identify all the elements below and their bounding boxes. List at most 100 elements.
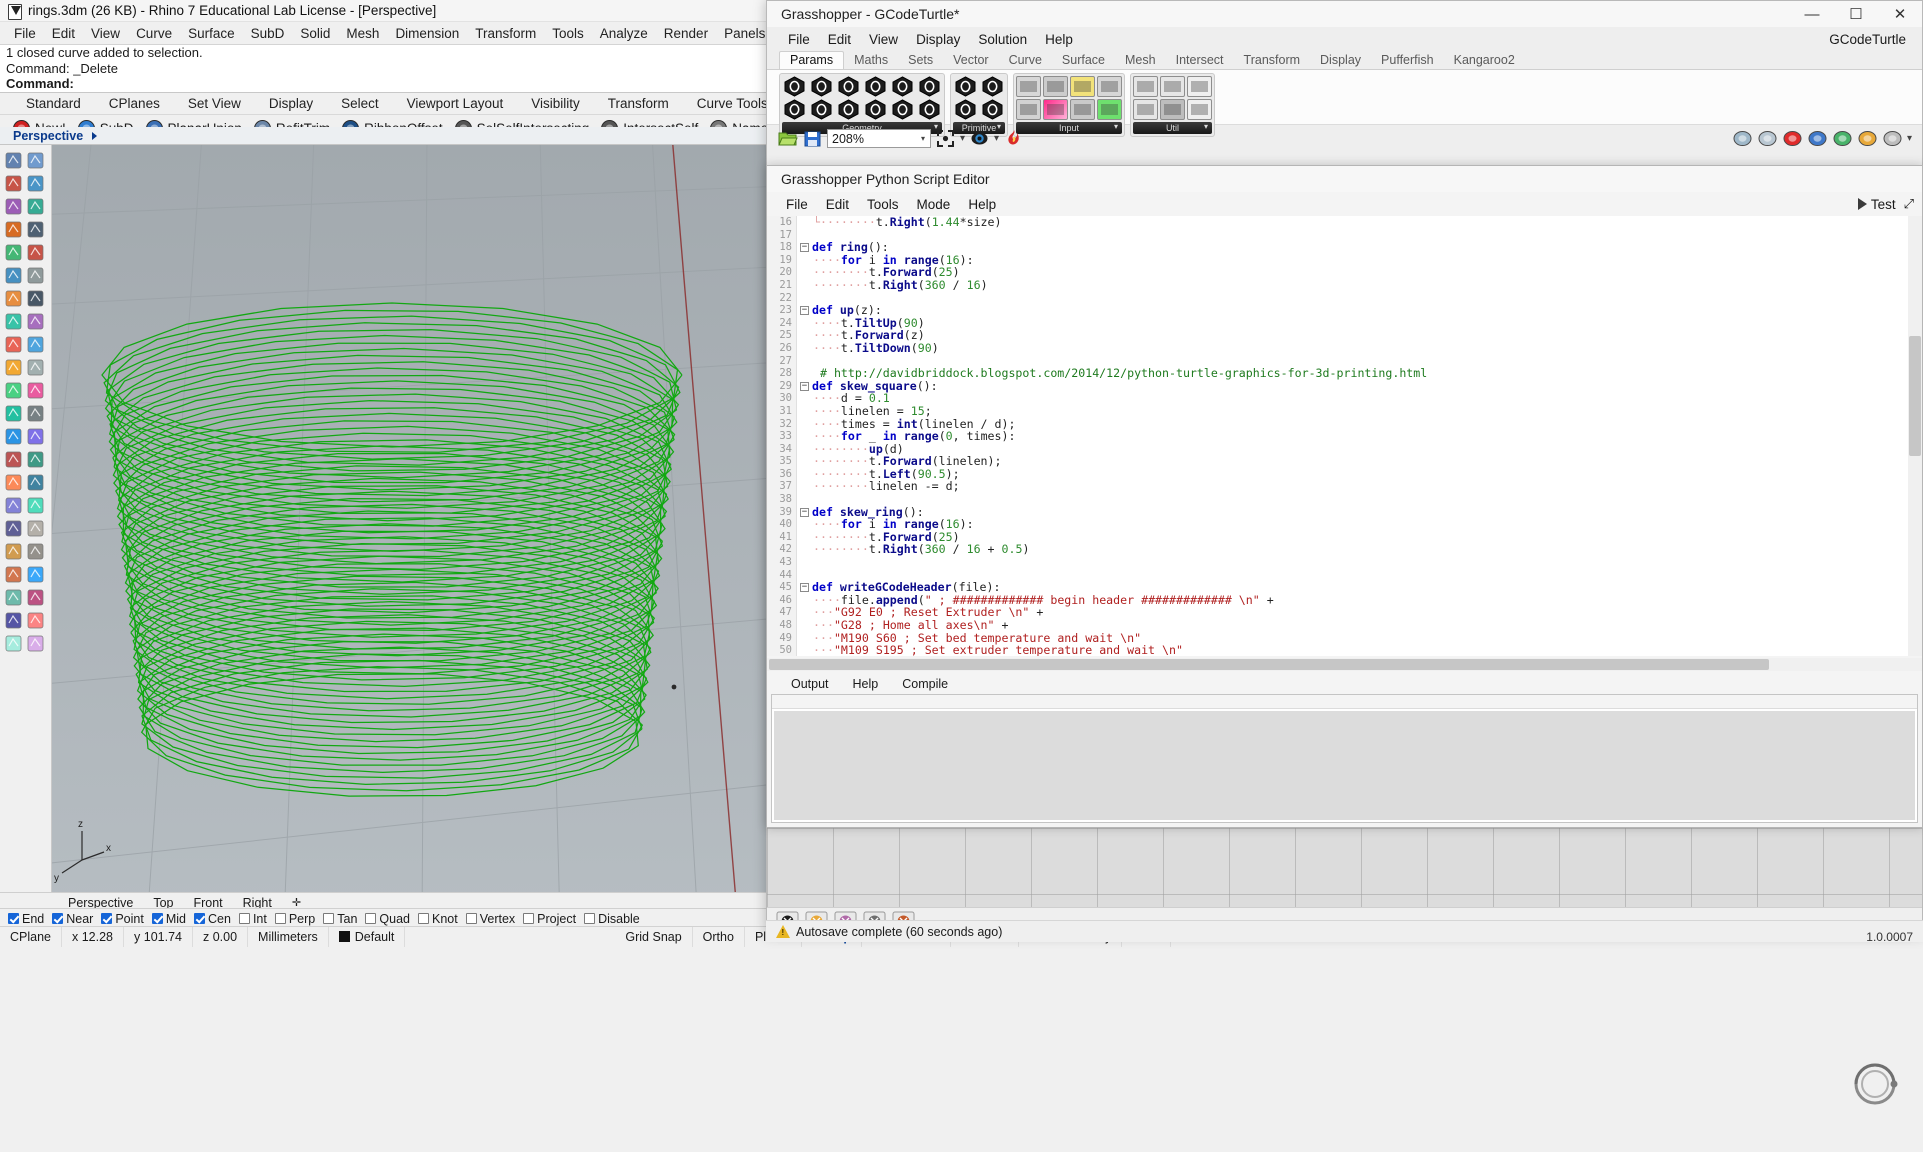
- gh-menu-edit[interactable]: Edit: [819, 32, 860, 47]
- param-char-icon[interactable]: [980, 99, 1005, 120]
- tree-icon[interactable]: [1160, 99, 1185, 120]
- rhino-tab-set-view[interactable]: Set View: [174, 96, 255, 111]
- button-icon[interactable]: [1070, 99, 1095, 120]
- osnap-bar[interactable]: EndNearPointMidCenIntPerpTanQuadKnotVert…: [0, 908, 766, 928]
- widget-blue-icon[interactable]: [1807, 128, 1828, 149]
- param-integer-icon[interactable]: [980, 76, 1005, 97]
- palette-tool-26[interactable]: [4, 450, 23, 469]
- grasshopper-menu-bar[interactable]: FileEditViewDisplaySolutionHelpGCodeTurt…: [767, 27, 1922, 51]
- py-menu-help[interactable]: Help: [959, 197, 1005, 212]
- palette-tool-37[interactable]: [26, 565, 45, 584]
- code-line[interactable]: └········t.Right(1.44*size): [797, 216, 1922, 229]
- palette-tool-15[interactable]: [26, 312, 45, 331]
- osnap-quad[interactable]: Quad: [365, 912, 410, 926]
- code-line[interactable]: ········t.Right(360 / 16): [797, 279, 1922, 292]
- gh-menu-help[interactable]: Help: [1036, 32, 1082, 47]
- gh-ribbon-tab-transform[interactable]: Transform: [1234, 52, 1311, 69]
- rhino-tab-visibility[interactable]: Visibility: [517, 96, 594, 111]
- expand-editor-icon[interactable]: ⤢: [1904, 196, 1914, 212]
- rhino-menu-transform[interactable]: Transform: [467, 26, 544, 41]
- rhino-tab-select[interactable]: Select: [327, 96, 393, 111]
- code-line[interactable]: ····for i in range(16):: [797, 254, 1922, 267]
- python-editor-menu-bar[interactable]: FileEditToolsModeHelp Test ⤢: [767, 192, 1922, 216]
- palette-tool-42[interactable]: [4, 634, 23, 653]
- widget-red-icon[interactable]: [1782, 128, 1803, 149]
- py-menu-file[interactable]: File: [777, 197, 817, 212]
- code-line[interactable]: ········t.Left(90.5);: [797, 468, 1922, 481]
- osnap-perp[interactable]: Perp: [275, 912, 315, 926]
- zoom-extents-icon[interactable]: [935, 128, 956, 149]
- code-line[interactable]: −def skew_square():: [797, 380, 1922, 393]
- code-line[interactable]: ········linelen -= d;: [797, 480, 1922, 493]
- palette-tool-8[interactable]: [4, 243, 23, 262]
- palette-tool-34[interactable]: [4, 542, 23, 561]
- rhino-menu-file[interactable]: File: [6, 26, 44, 41]
- palette-tool-0[interactable]: [4, 151, 23, 170]
- code-fold-toggle[interactable]: −: [800, 508, 809, 517]
- palette-tool-38[interactable]: [4, 588, 23, 607]
- status-toggle-ortho[interactable]: Ortho: [693, 927, 745, 947]
- code-line[interactable]: [797, 292, 1922, 305]
- osnap-checkbox[interactable]: [584, 913, 595, 924]
- palette-tool-2[interactable]: [4, 174, 23, 193]
- code-fold-toggle[interactable]: −: [800, 243, 809, 252]
- viewport-label[interactable]: Perspective: [8, 129, 88, 143]
- osnap-near[interactable]: Near: [52, 912, 93, 926]
- gh-ribbon-tab-curve[interactable]: Curve: [999, 52, 1052, 69]
- osnap-checkbox[interactable]: [418, 913, 429, 924]
- rhino-tab-cplanes[interactable]: CPlanes: [95, 96, 174, 111]
- value-list-icon[interactable]: [1070, 76, 1095, 97]
- palette-tool-41[interactable]: [26, 611, 45, 630]
- osnap-disable[interactable]: Disable: [584, 912, 640, 926]
- status-x-coord[interactable]: x 12.28: [62, 927, 124, 947]
- osnap-checkbox[interactable]: [323, 913, 334, 924]
- gh-ribbon-tab-display[interactable]: Display: [1310, 52, 1371, 69]
- code-line[interactable]: ····t.Forward(z): [797, 329, 1922, 342]
- rhino-menu-mesh[interactable]: Mesh: [338, 26, 387, 41]
- rhino-menu-subd[interactable]: SubD: [243, 26, 293, 41]
- palette-tool-32[interactable]: [4, 519, 23, 538]
- palette-tool-3[interactable]: [26, 174, 45, 193]
- palette-tool-29[interactable]: [26, 473, 45, 492]
- rhino-menu-edit[interactable]: Edit: [44, 26, 83, 41]
- palette-tool-13[interactable]: [26, 289, 45, 308]
- palette-tool-28[interactable]: [4, 473, 23, 492]
- palette-tool-16[interactable]: [4, 335, 23, 354]
- osnap-project[interactable]: Project: [523, 912, 576, 926]
- gh-ribbon-tab-sets[interactable]: Sets: [898, 52, 943, 69]
- palette-tool-25[interactable]: [26, 427, 45, 446]
- maximize-button[interactable]: ☐: [1834, 1, 1878, 27]
- viewport-canvas[interactable]: z y x: [52, 145, 766, 912]
- code-horizontal-scroll-thumb[interactable]: [769, 659, 1769, 670]
- python-code-area[interactable]: 1617181920212223242526272829303132333435…: [767, 216, 1922, 656]
- code-line[interactable]: [797, 229, 1922, 242]
- palette-tool-19[interactable]: [26, 358, 45, 377]
- close-button[interactable]: ✕: [1878, 1, 1922, 27]
- status-toggle-grid-snap[interactable]: Grid Snap: [615, 927, 692, 947]
- status-cplane[interactable]: CPlane: [0, 927, 62, 947]
- palette-tool-36[interactable]: [4, 565, 23, 584]
- gh-ribbon-tab-vector[interactable]: Vector: [943, 52, 998, 69]
- rhino-tab-transform[interactable]: Transform: [594, 96, 683, 111]
- code-fold-toggle[interactable]: −: [800, 583, 809, 592]
- colour-swatch-icon[interactable]: [1097, 99, 1122, 120]
- osnap-checkbox[interactable]: [152, 913, 163, 924]
- palette-tool-10[interactable]: [4, 266, 23, 285]
- gh-ribbon-tab-params[interactable]: Params: [779, 51, 844, 69]
- cluster-icon[interactable]: [1757, 128, 1778, 149]
- widget-green-icon[interactable]: [1832, 128, 1853, 149]
- palette-tool-6[interactable]: [4, 220, 23, 239]
- navigation-gizmo[interactable]: [1849, 1058, 1901, 1110]
- status-units[interactable]: Millimeters: [248, 927, 329, 947]
- minimize-button[interactable]: —: [1790, 1, 1834, 27]
- gh-ribbon-tab-surface[interactable]: Surface: [1052, 52, 1115, 69]
- osnap-tan[interactable]: Tan: [323, 912, 357, 926]
- osnap-checkbox[interactable]: [365, 913, 376, 924]
- output-pane[interactable]: [771, 694, 1918, 823]
- open-file-icon[interactable]: [777, 128, 798, 149]
- status-z-coord[interactable]: z 0.00: [193, 927, 248, 947]
- code-line[interactable]: ····t.TiltUp(90): [797, 317, 1922, 330]
- bake-icon[interactable]: [1003, 128, 1024, 149]
- param-curve-icon[interactable]: [809, 76, 834, 97]
- palette-tool-4[interactable]: [4, 197, 23, 216]
